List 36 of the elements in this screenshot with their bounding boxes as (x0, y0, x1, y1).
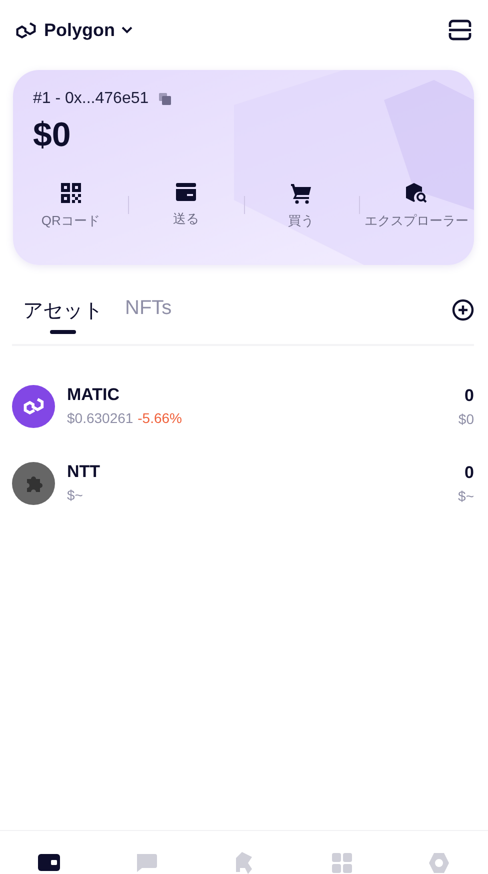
action-button[interactable]: 送る (128, 182, 244, 230)
price-change: -5.66% (138, 410, 182, 426)
asset-value: $~ (458, 488, 474, 504)
action-button[interactable]: エクスプローラー (358, 182, 474, 230)
scan-button[interactable] (448, 19, 472, 41)
copy-icon[interactable] (158, 93, 171, 105)
settings-icon (427, 851, 452, 874)
asset-row[interactable]: MATIC $0.630261 -5.66% 0 $0 (0, 368, 488, 445)
polygon-icon (14, 20, 38, 40)
asset-row[interactable]: NTT $~ 0 $~ (0, 445, 488, 522)
network-selector[interactable]: Polygon (14, 20, 133, 40)
chat-icon (134, 851, 158, 874)
tab[interactable]: アセット (12, 293, 114, 342)
apps-icon (330, 851, 354, 874)
asset-value: $0 (458, 411, 474, 427)
asset-price: $0.630261 (67, 410, 134, 426)
scan-icon (448, 19, 472, 41)
asset-price: $~ (67, 487, 83, 503)
wallet-icon (174, 182, 197, 202)
cart-icon (290, 182, 312, 204)
tab[interactable]: NFTs (114, 293, 183, 342)
add-icon (452, 299, 474, 321)
asset-amount: 0 (464, 386, 474, 406)
token-icon (12, 462, 55, 505)
asset-name: NTT (67, 462, 102, 482)
token-icon (12, 385, 55, 428)
asset-amount: 0 (464, 463, 474, 483)
action-button[interactable]: QRコード (13, 182, 128, 230)
wallet-icon (36, 851, 61, 874)
qr-code-icon (60, 182, 82, 204)
search-icon (405, 182, 428, 204)
action-button[interactable]: 買う (244, 182, 359, 230)
balance-amount: $0 (33, 116, 72, 155)
account-address: #1 - 0x...476e51 (33, 90, 149, 108)
asset-name: MATIC (67, 385, 121, 405)
chevron-down-icon (121, 26, 133, 34)
